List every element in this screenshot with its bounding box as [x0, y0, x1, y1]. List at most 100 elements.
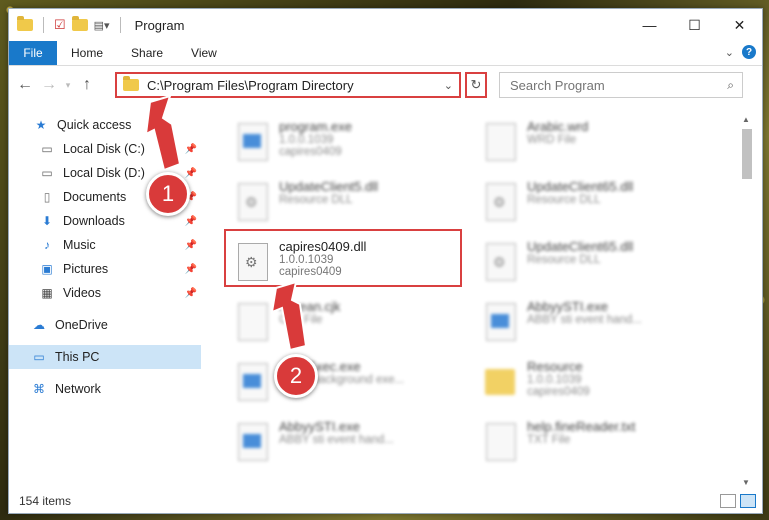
scrollbar-thumb[interactable] [742, 129, 752, 179]
sidebar-item-quick-access[interactable]: ★ Quick access [9, 113, 201, 137]
file-detail: CJK File [279, 314, 323, 326]
file-name: AbbyySTI.exe [279, 419, 360, 434]
customize-toolbar-icon[interactable]: ▤▾ [94, 19, 110, 32]
address-path[interactable]: C:\Program Files\Program Directory [147, 78, 354, 93]
file-detail: capires0409 [279, 146, 342, 158]
sidebar-item-videos[interactable]: ▦ Videos 📌 [9, 281, 201, 305]
file-detail: 1.0.0.1039 [527, 374, 582, 386]
new-folder-icon[interactable] [71, 16, 88, 31]
ribbon-right: ⌄ ? [725, 45, 756, 59]
sidebar-item-label: Music [63, 238, 96, 252]
chevron-down-icon[interactable]: ⌄ [444, 79, 453, 92]
scroll-down-icon[interactable]: ▼ [742, 478, 750, 487]
tiles-view-icon[interactable] [740, 494, 756, 508]
file-tile[interactable]: help.fineReader.txt TXT File [483, 419, 713, 475]
tab-view[interactable]: View [177, 41, 231, 65]
dll-gear-icon [483, 179, 517, 223]
sidebar-item-local-disk-c[interactable]: ▭ Local Disk (C:) 📌 [9, 137, 201, 161]
file-tile[interactable]: Arabic.wrd WRD File [483, 119, 713, 175]
file-detail: WRD File [527, 134, 577, 146]
sidebar-item-label: Quick access [57, 118, 132, 132]
document-icon [235, 299, 269, 343]
file-detail: Resource DLL [527, 254, 601, 266]
back-arrow-icon[interactable]: ← [13, 76, 37, 94]
pin-icon[interactable]: 📌 [185, 264, 197, 275]
dll-gear-icon [235, 179, 269, 223]
document-icon [483, 119, 517, 163]
file-tile[interactable]: Korean.cjk CJK File [235, 299, 465, 355]
vertical-scrollbar[interactable]: ▲ ▼ [740, 115, 754, 487]
address-bar[interactable]: C:\Program Files\Program Directory ⌄ [115, 72, 461, 98]
file-name: UpdateClient5.dll [279, 179, 379, 194]
tab-home[interactable]: Home [57, 41, 117, 65]
help-icon[interactable]: ? [742, 45, 756, 59]
cloud-icon: ☁ [33, 318, 45, 332]
file-name: Arabic.wrd [527, 119, 589, 134]
pin-icon[interactable]: 📌 [185, 144, 197, 155]
pin-icon[interactable]: 📌 [185, 240, 197, 251]
status-bar: 154 items [9, 489, 762, 513]
sidebar-item-pictures[interactable]: ▣ Pictures 📌 [9, 257, 201, 281]
properties-icon[interactable]: ☑ [54, 17, 66, 33]
pin-icon[interactable]: 📌 [185, 168, 197, 179]
exe-file-icon [235, 119, 269, 163]
toolbar-divider [119, 17, 121, 33]
tab-share[interactable]: Share [117, 41, 177, 65]
recent-locations-icon[interactable]: ▾ [61, 80, 75, 91]
forward-arrow-icon[interactable]: → [37, 76, 61, 94]
file-tile[interactable]: Resource 1.0.0.1039 capires0409 [483, 359, 713, 415]
sidebar-item-label: Documents [63, 190, 127, 204]
pin-icon[interactable]: 📌 [185, 288, 197, 299]
file-tile[interactable]: UpdateClient65.dll Resource DLL [483, 239, 713, 295]
toolbar-divider [43, 17, 44, 33]
file-tile[interactable]: program.exe 1.0.0.1039 capires0409 [235, 119, 465, 175]
file-tile[interactable]: ActivExec.exe ABBY background exe... [235, 359, 465, 415]
dll-gear-icon [483, 239, 517, 283]
up-arrow-icon[interactable]: ↑ [75, 76, 99, 94]
sidebar-item-this-pc[interactable]: ▭ This PC [9, 345, 201, 369]
expand-ribbon-icon[interactable]: ⌄ [725, 46, 734, 59]
documents-icon: ▯ [43, 190, 51, 204]
sidebar-item-label: Network [55, 382, 101, 396]
title-bar: ☑ ▤▾ Program — ☐ ✕ [9, 9, 762, 41]
minimize-button[interactable]: — [627, 9, 672, 41]
sidebar-item-network[interactable]: ⌘ Network [9, 377, 201, 401]
item-count: 154 items [19, 494, 72, 508]
drive-icon: ▭ [41, 142, 53, 156]
scroll-up-icon[interactable]: ▲ [742, 115, 750, 124]
file-name: program.exe [279, 119, 352, 134]
music-icon: ♪ [44, 238, 50, 252]
pin-icon[interactable]: 📌 [185, 216, 197, 227]
file-name: help.fineReader.txt [527, 419, 636, 434]
file-tile[interactable]: UpdateClient5.dll Resource DLL [235, 179, 465, 235]
sidebar-item-label: Videos [63, 286, 101, 300]
file-detail: Resource DLL [527, 194, 601, 206]
details-view-icon[interactable] [720, 494, 736, 508]
sidebar-item-onedrive[interactable]: ☁ OneDrive [9, 313, 201, 337]
file-tile[interactable]: AbbyySTI.exe ABBY sti event hand... [483, 299, 713, 355]
file-detail: 1.0.0.1039 [279, 134, 334, 146]
folder-icon [483, 359, 517, 403]
file-detail: ABBY sti event hand... [279, 434, 394, 446]
refresh-button[interactable]: ↻ [465, 72, 487, 98]
view-switcher [720, 494, 756, 508]
ribbon-tabs: File Home Share View ⌄ ? [9, 41, 762, 66]
file-tile[interactable]: UpdateClient65.dll Resource DLL [483, 179, 713, 235]
sidebar-item-music[interactable]: ♪ Music 📌 [9, 233, 201, 257]
search-icon[interactable]: ⌕ [727, 78, 734, 93]
maximize-button[interactable]: ☐ [672, 9, 717, 41]
selected-file-highlight [224, 229, 462, 287]
sidebar-item-label: Pictures [63, 262, 109, 276]
file-tile[interactable]: AbbyySTI.exe ABBY sti event hand... [235, 419, 465, 475]
close-button[interactable]: ✕ [717, 9, 762, 41]
download-icon: ⬇ [41, 214, 53, 228]
step-one-badge: 1 [146, 172, 190, 216]
exe-file-icon [483, 299, 517, 343]
tab-file[interactable]: File [9, 41, 57, 65]
videos-icon: ▦ [41, 286, 53, 300]
search-box[interactable]: ⌕ [499, 72, 743, 98]
star-icon: ★ [35, 118, 47, 132]
file-name: Resource [527, 359, 583, 374]
sidebar-item-label: Local Disk (D:) [63, 166, 145, 180]
search-input[interactable] [508, 76, 712, 94]
